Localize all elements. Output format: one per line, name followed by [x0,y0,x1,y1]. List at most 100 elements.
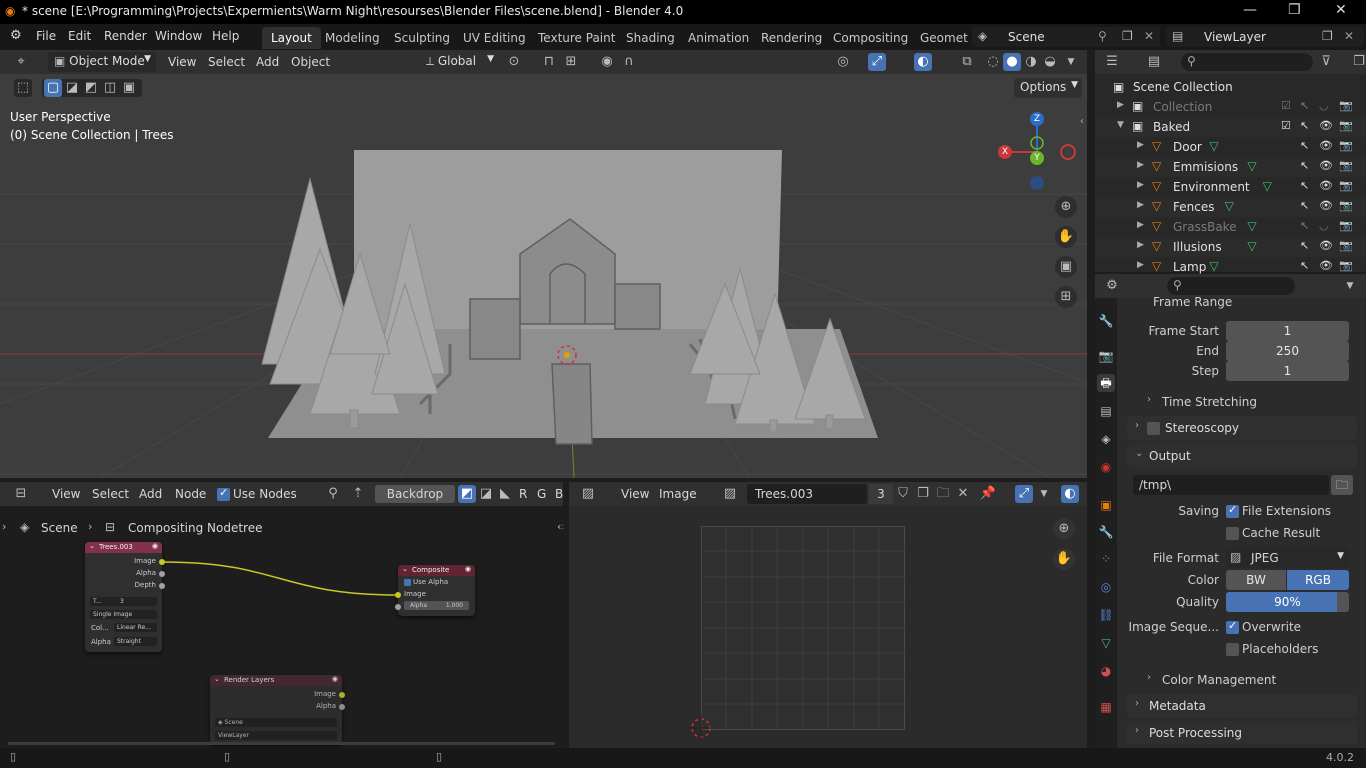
image-editor[interactable]: ▨ View Image ▨ Trees.003 3 ⛉ ❐ 🗀 ✕ 📌 ⤢ ▼… [569,482,1087,748]
hide-toggle-icon[interactable]: 👁 [1319,239,1333,252]
image-source-dropdown[interactable]: Single Image [90,610,157,619]
shading-options-icon[interactable]: ▼ [1062,53,1080,71]
frame-range-header[interactable]: Frame Range [1153,295,1232,309]
rendered-shading-icon[interactable]: ◒ [1041,53,1059,71]
color-management-panel[interactable]: Color Management [1162,673,1276,687]
particles-tab-icon[interactable]: ⁘ [1097,550,1115,568]
image-users-badge[interactable]: 3 [869,484,893,504]
remove-view-layer-icon[interactable]: ✕ [1344,29,1354,43]
image-menu-image[interactable]: Image [659,487,697,501]
image-output-socket[interactable] [159,559,165,565]
properties-options-icon[interactable]: ▼ [1341,277,1359,295]
stereoscopy-panel[interactable]: › Stereoscopy [1127,416,1357,440]
visibility-icon[interactable]: ◎ [834,53,852,71]
viewport-menu-add[interactable]: Add [256,55,279,69]
image-menu-view[interactable]: View [621,487,649,501]
view-layer-tab-icon[interactable]: ▤ [1097,402,1115,420]
menu-window[interactable]: Window [155,29,202,43]
output-tab-icon[interactable]: 🖶 [1097,374,1115,392]
new-collection-icon[interactable]: ❐ [1350,53,1366,71]
post-processing-panel[interactable]: › Post Processing [1127,721,1357,745]
quality-slider[interactable]: 90% [1226,592,1349,612]
new-image-icon[interactable]: ❐ [914,485,932,503]
image-pan-hand-icon[interactable]: ✋ [1053,548,1075,570]
chevron-down-icon[interactable]: ▼ [1117,120,1124,130]
filter-icon[interactable]: ⊽ [1317,53,1335,71]
render-layers-node-header[interactable]: Render Layers ⌄ ◉ [210,675,342,686]
material-shading-icon[interactable]: ◑ [1022,53,1040,71]
viewport-menu-view[interactable]: View [168,55,196,69]
image-overlay-icon[interactable]: ◐ [1061,485,1079,503]
outliner-item[interactable]: ▼ ▣ Baked ☑ ↖ 👁 📷 [1095,117,1366,137]
frame-start-field[interactable]: 1 [1226,321,1349,341]
pin-icon[interactable]: ⚲ [1098,29,1107,43]
tab-rendering[interactable]: Rendering [752,27,831,49]
fake-user-icon[interactable]: ⛉ [894,485,912,503]
outliner-editor-icon[interactable]: ☰ [1103,53,1121,71]
wireframe-shading-icon[interactable]: ◌ [984,53,1002,71]
render-toggle-icon[interactable]: 📷 [1339,219,1353,232]
composite-alpha-input-socket[interactable] [395,604,401,610]
scene-tab-icon[interactable]: ◈ [1097,430,1115,448]
use-alpha-checkbox[interactable] [404,579,411,586]
minimize-button[interactable]: — [1243,2,1257,18]
render-tab-icon[interactable]: 📷 [1097,347,1115,365]
properties-editor-icon[interactable]: ⚙ [1103,277,1121,295]
image-browse-icon[interactable]: ▨ [721,485,739,503]
select-toggle-icon[interactable]: ↖ [1300,179,1309,192]
image-editor-type-icon[interactable]: ▨ [579,485,597,503]
menu-help[interactable]: Help [212,29,239,43]
image-zoom-icon[interactable]: ⊕ [1053,518,1075,540]
color-space-dropdown[interactable]: Linear Re... [114,623,157,632]
file-format-dropdown[interactable]: ▨ JPEG ▼ [1226,548,1349,568]
chevron-right-icon[interactable]: ▶ [1117,100,1124,110]
tab-modeling[interactable]: Modeling [316,27,389,49]
outliner-item[interactable]: ▶ ▽ Door ▽ ↖ 👁 📷 [1095,137,1366,157]
image-node[interactable]: Trees.003 ◉ ⌄ Image Alpha Depth T... 3 S… [85,542,165,652]
unlink-image-icon[interactable]: ✕ [954,485,972,503]
composite-image-input-socket[interactable] [395,592,401,598]
hide-toggle-icon[interactable]: 👁 [1319,159,1333,172]
render-scene-field[interactable]: ◈ Scene [215,718,337,727]
outliner-item[interactable]: ▶ ▽ Illusions ▽ ↖ 👁 📷 [1095,237,1366,257]
output-panel[interactable]: ⌄ Output [1127,444,1357,468]
snap-icon[interactable]: ⊓ [540,53,558,71]
pan-hand-icon[interactable]: ✋ [1055,226,1077,248]
file-extensions-checkbox[interactable] [1226,503,1239,518]
gizmo-y[interactable]: Y [1030,151,1044,165]
node-editor-scrollbar[interactable] [8,742,555,745]
tab-sculpting[interactable]: Sculpting [385,27,459,49]
compositor-node-editor[interactable]: ⊟ View Select Add Node Use Nodes ⚲ ⇡ Bac… [0,482,563,748]
hide-toggle-icon[interactable]: ◡ [1319,219,1329,232]
render-layers-node[interactable]: Render Layers ⌄ ◉ Image Alpha ◈ Scene Vi… [210,675,345,745]
remove-scene-icon[interactable]: ✕ [1144,29,1154,43]
viewport-menu-select[interactable]: Select [208,55,245,69]
frame-end-field[interactable]: 250 [1226,341,1349,361]
render-view-layer-field[interactable]: ViewLayer [215,731,337,740]
3d-viewport[interactable]: ⌖ ▣ Object Mode ▼ View Select Add Object … [0,50,1087,478]
image-datablock-field[interactable]: T... 3 [90,597,157,606]
select-toggle-icon[interactable]: ↖ [1300,219,1309,232]
select-toggle-icon[interactable]: ↖ [1300,99,1309,112]
editor-type-icon[interactable]: ⌖ [12,53,30,71]
exclude-checkbox-icon[interactable]: ☑ [1281,99,1291,112]
blender-menu-icon[interactable]: ⚙ [10,28,22,43]
zoom-icon[interactable]: ⊕ [1055,196,1077,218]
pivot-icon[interactable]: ⊙ [505,53,523,71]
outliner-root[interactable]: ▣ Scene Collection [1095,77,1366,97]
chevron-right-icon[interactable]: ▶ [1137,220,1144,230]
outliner-item[interactable]: ▶ ▽ GrassBake ▽ ↖ ◡ 📷 [1095,217,1366,237]
gizmo-z[interactable]: Z [1030,112,1044,126]
select-toggle-icon[interactable]: ↖ [1300,259,1309,272]
select-toggle-icon[interactable]: ↖ [1300,139,1309,152]
color-rgb-button[interactable]: RGB [1287,570,1349,590]
falloff-icon[interactable]: ∩ [620,53,638,71]
alpha-mode-dropdown[interactable]: Straight [114,637,157,646]
select-toggle-icon[interactable]: ↖ [1300,159,1309,172]
chevron-down-icon[interactable]: ▼ [1035,485,1053,503]
outliner-item[interactable]: ▶ ▽ Environment ▽ ↖ 👁 📷 [1095,177,1366,197]
composite-node[interactable]: Composite ⌄ ◉ Use Alpha Image Alpha 1.00… [395,565,475,616]
gizmo-toggle-icon[interactable]: ⤢ [868,53,886,71]
camera-view-icon[interactable]: ▣ [1055,256,1077,278]
restore-button[interactable]: ❐ [1288,2,1301,18]
